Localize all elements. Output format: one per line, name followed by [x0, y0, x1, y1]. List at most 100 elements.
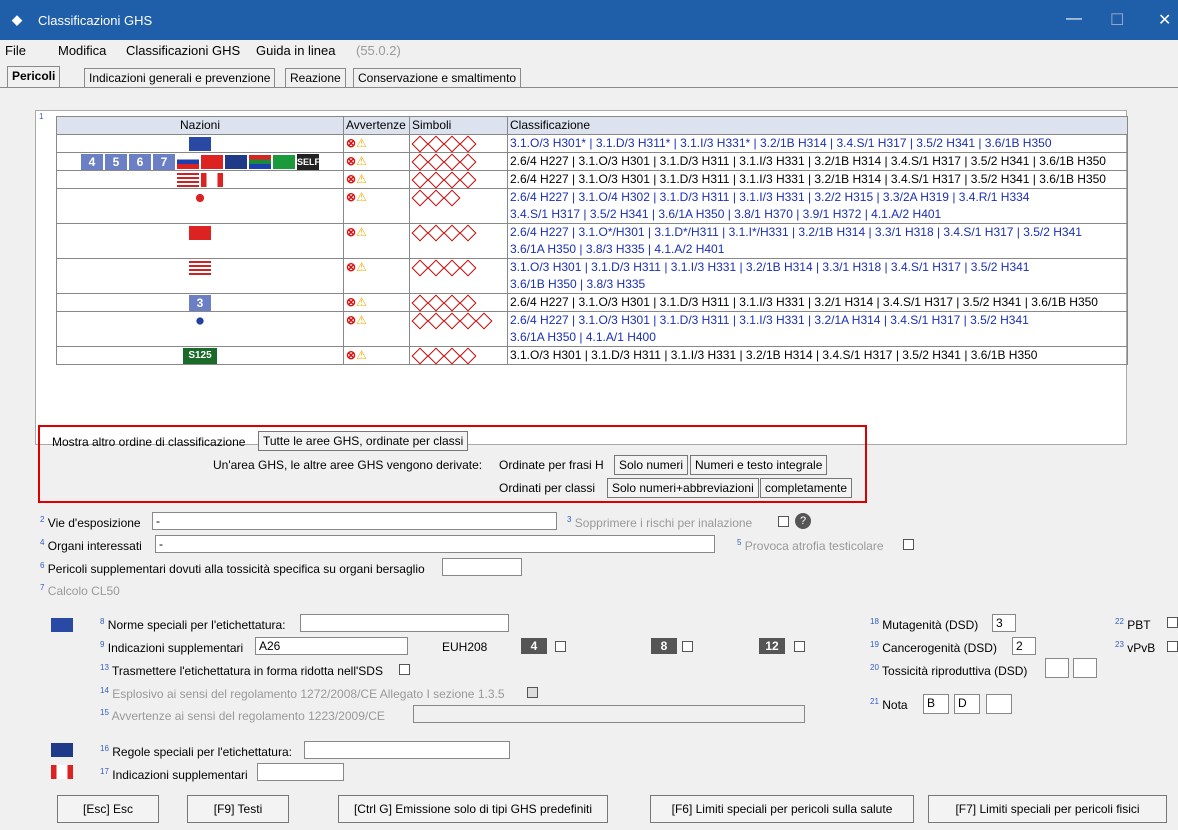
ru-flag-icon: [177, 154, 199, 169]
nota-input-3[interactable]: [986, 694, 1012, 714]
tab-conservazione[interactable]: Conservazione e smaltimento: [353, 68, 522, 88]
numbers-full-text-button[interactable]: Numeri e testo integrale: [690, 455, 828, 475]
classification-cell: 2.6/4 H227 | 3.1.O/3 H301 | 3.1.D/3 H311…: [510, 313, 1029, 327]
f6-button[interactable]: [F6] Limiti speciali per pericoli sulla …: [650, 795, 914, 823]
menu-classificazioni[interactable]: Classificazioni GHS: [126, 43, 240, 58]
canc-input[interactable]: 2: [1012, 637, 1036, 655]
trasm-label: 13 Trasmettere l'etichettatura in forma …: [100, 663, 383, 678]
avv-input[interactable]: [413, 705, 805, 723]
ind2-input[interactable]: [257, 763, 344, 781]
table-row[interactable]: ⊗⚠ 2.6/4 H227 | 3.1.O*/H301 | 3.1.D*/H31…: [56, 223, 1128, 259]
tab-indicazioni[interactable]: Indicazioni generali e prevenzione: [84, 68, 276, 88]
atrofia-checkbox[interactable]: [903, 539, 914, 550]
mut-input[interactable]: 3: [992, 614, 1016, 632]
danger-icon: ⊗: [346, 260, 357, 274]
completely-button[interactable]: completamente: [760, 478, 853, 498]
danger-icon: ⊗: [346, 295, 357, 309]
help-icon[interactable]: ?: [795, 513, 811, 529]
menu-file[interactable]: File: [5, 43, 26, 58]
table-row[interactable]: ⊗⚠ 3.1.O/3 H301 | 3.1.D/3 H311 | 3.1.I/3…: [56, 258, 1128, 294]
danger-icon: ⊗: [346, 313, 357, 327]
testi-button[interactable]: [F9] Testi: [187, 795, 289, 823]
size-12-checkbox[interactable]: [794, 641, 805, 652]
menu-modifica[interactable]: Modifica: [58, 43, 106, 58]
classification-cell: 2.6/4 H227 | 3.1.O/3 H301 | 3.1.D/3 H311…: [507, 170, 1128, 189]
warning-icon: ⚠: [356, 260, 367, 274]
warning-icon: ⚠: [356, 154, 367, 168]
espl-checkbox[interactable]: [527, 687, 538, 698]
maximize-button[interactable]: ☐: [1110, 10, 1124, 30]
esc-button[interactable]: [Esc] Esc: [57, 795, 159, 823]
classification-table: Nazioni Avvertenze Simboli Classificazio…: [56, 116, 1128, 365]
tox-input-1[interactable]: [1045, 658, 1069, 678]
table-row[interactable]: S125 ⊗⚠ 3.1.O/3 H301 | 3.1.D/3 H311 | 3.…: [56, 346, 1128, 365]
classification-cell: 3.6/1A H350 | 3.8/3 H335 | 4.1.A/2 H401: [510, 242, 725, 256]
classification-cell: 2.6/4 H227 | 3.1.O/3 H301 | 3.1.D/3 H311…: [507, 152, 1128, 171]
menu-guida[interactable]: Guida in linea: [256, 43, 336, 58]
ind-input[interactable]: A26: [255, 637, 408, 655]
table-row[interactable]: ⊗⚠ 2.6/4 H227 | 3.1.O/3 H301 | 3.1.D/3 H…: [56, 311, 1128, 347]
classification-cell: 3.6/1A H350 | 4.1.A/1 H400: [510, 330, 656, 344]
vpvb-checkbox[interactable]: [1167, 641, 1178, 652]
sopprimere-checkbox[interactable]: [778, 516, 789, 527]
au-flag-icon: [51, 743, 73, 757]
f7-button[interactable]: [F7] Limiti speciali per pericoli fisici: [928, 795, 1167, 823]
nota-input-d[interactable]: D: [954, 694, 980, 714]
ghs-pictogram-icon: [411, 259, 429, 277]
ghs-pictogram-icon: [427, 224, 445, 242]
col-simboli: Simboli: [409, 116, 508, 135]
regole-input[interactable]: [304, 741, 510, 759]
ghs-pictogram-icon: [427, 153, 445, 171]
eu-flag-icon: [189, 136, 211, 151]
classification-grid[interactable]: 1 Nazioni Avvertenze Simboli Classificaz…: [35, 110, 1128, 445]
numbers-abbr-button[interactable]: Solo numeri+abbreviazioni: [607, 478, 759, 498]
ghs-pictogram-icon: [443, 171, 461, 189]
ghs-pictogram-icon: [411, 171, 429, 189]
ghs-pictogram-icon: [427, 189, 445, 207]
euh-label: EUH208: [442, 640, 488, 654]
vie-input[interactable]: -: [152, 512, 557, 530]
warning-icon: ⚠: [356, 172, 367, 186]
table-row[interactable]: ⊗⚠ 2.6/4 H227 | 3.1.O/3 H301 | 3.1.D/3 H…: [56, 170, 1128, 189]
sopprimere-label: 3 Sopprimere i rischi per inalazione: [567, 515, 753, 530]
mut-label: 18 Mutagenità (DSD): [870, 617, 979, 632]
table-row[interactable]: 4 5 6 7 SELF ⊗⚠ 2.6/4 H227 | 3.1.O/3 H301 | …: [56, 152, 1128, 171]
pbt-checkbox[interactable]: [1167, 617, 1178, 628]
za-flag-icon: [249, 154, 271, 169]
size-4-checkbox[interactable]: [555, 641, 566, 652]
table-row[interactable]: ⊗⚠ 2.6/4 H227 | 3.1.O/4 H302 | 3.1.D/3 H…: [56, 188, 1128, 224]
only-numbers-button[interactable]: Solo numeri: [614, 455, 689, 475]
nota-input-b[interactable]: B: [923, 694, 949, 714]
trasm-checkbox[interactable]: [399, 664, 410, 675]
pbt-label: 22 PBT: [1115, 617, 1151, 632]
ghs-pictogram-icon: [459, 347, 477, 365]
table-row[interactable]: 3 ⊗⚠ 2.6/4 H227 | 3.1.O/3 H301 | 3.1.D/3…: [56, 293, 1128, 312]
ind-label: 9 Indicazioni supplementari: [100, 640, 244, 655]
ca-flag-icon: [51, 765, 73, 779]
close-button[interactable]: ✕: [1158, 10, 1171, 30]
region-badge: 5: [105, 153, 127, 170]
danger-icon: ⊗: [346, 154, 357, 168]
minimize-button[interactable]: —: [1066, 10, 1082, 28]
jp-flag-icon: [189, 190, 211, 205]
warning-icon: ⚠: [356, 225, 367, 239]
cn-flag-icon: [189, 225, 211, 240]
ghs-pictogram-icon: [443, 312, 461, 330]
tox-input-2[interactable]: [1073, 658, 1097, 678]
warning-icon: ⚠: [356, 190, 367, 204]
tab-reazione[interactable]: Reazione: [285, 68, 346, 88]
ghs-pictogram-icon: [427, 135, 445, 153]
ghs-pictogram-icon: [427, 312, 445, 330]
tab-pericoli[interactable]: Pericoli: [7, 66, 61, 89]
table-row[interactable]: ⊗⚠ 3.1.O/3 H301* | 3.1.D/3 H311* | 3.1.I…: [56, 134, 1128, 153]
ghs-pictogram-icon: [459, 224, 477, 242]
self-badge: SELF: [297, 153, 320, 170]
all-areas-button[interactable]: Tutte le aree GHS, ordinate per classi: [258, 431, 469, 451]
size-8-checkbox[interactable]: [682, 641, 693, 652]
row-marker: 1: [39, 112, 44, 121]
norme-input[interactable]: [300, 614, 509, 632]
organi-input[interactable]: -: [155, 535, 715, 553]
classification-cell: 2.6/4 H227 | 3.1.O/4 H302 | 3.1.D/3 H311…: [510, 190, 1030, 204]
pericoli-input[interactable]: [442, 558, 522, 576]
ctrlg-button[interactable]: [Ctrl G] Emissione solo di tipi GHS pred…: [338, 795, 608, 823]
